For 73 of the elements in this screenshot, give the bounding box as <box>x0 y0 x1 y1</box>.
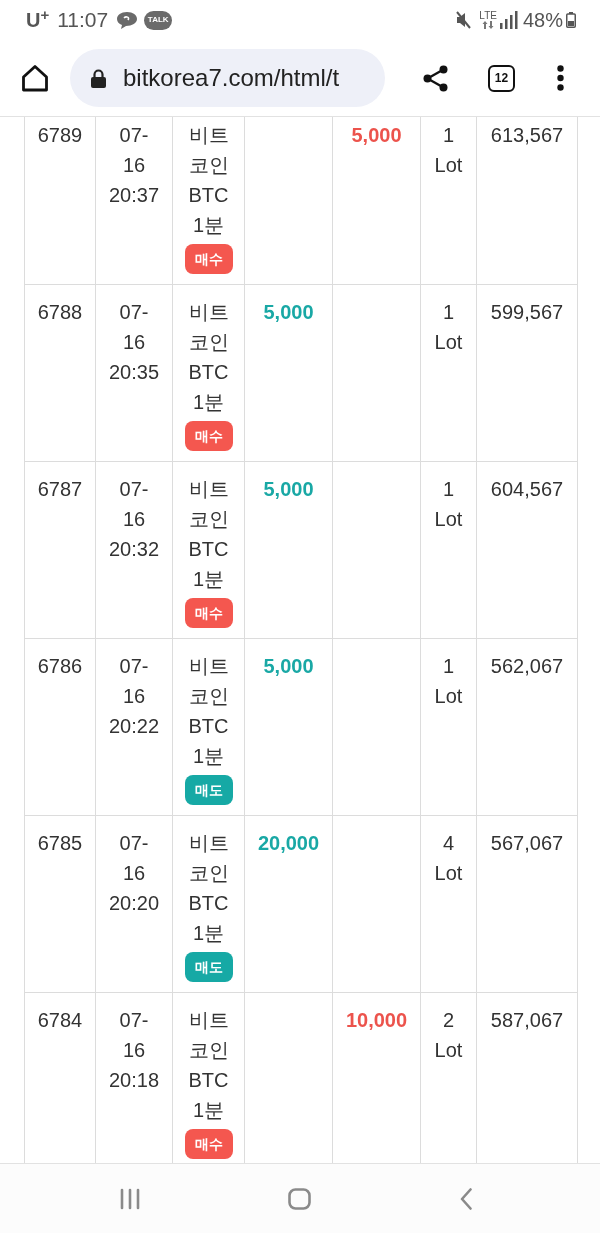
amount-value: 5,000 <box>263 477 314 502</box>
trade-badge: 매도 <box>184 952 233 982</box>
clock-time: 11:07 <box>57 8 109 32</box>
balance-value: 599,567 <box>490 300 564 325</box>
trade-date: 07-16 <box>118 300 150 355</box>
chat-bubble-icon <box>116 10 139 30</box>
address-bar[interactable]: bitkorea7.com/html/t <box>70 49 385 107</box>
tab-switcher-button[interactable]: 12 <box>488 64 515 92</box>
back-icon <box>460 1187 472 1210</box>
mute-icon <box>456 11 472 29</box>
trade-date: 07-16 <box>118 477 150 532</box>
balance-value: 562,067 <box>490 654 564 679</box>
trade-date: 07-16 <box>118 654 150 709</box>
item-name: 비트코인 BTC 1분 <box>187 477 230 592</box>
recent-apps-icon <box>119 1187 141 1210</box>
home-button[interactable] <box>20 63 50 93</box>
trade-badge: 매수 <box>184 244 233 274</box>
amount-value: 10,000 <box>345 1008 408 1033</box>
row-number: 6785 <box>37 831 83 856</box>
trade-time: 20:18 <box>108 1068 160 1093</box>
item-name: 비트코인 BTC 1분 <box>187 1008 230 1123</box>
battery-icon <box>566 12 576 28</box>
home-nav-icon <box>287 1187 311 1210</box>
lot-quantity: 2 Lot <box>434 1008 463 1063</box>
item-name: 비트코인 BTC 1분 <box>187 123 230 238</box>
trade-time: 20:22 <box>108 714 160 739</box>
network-type-label: LTE <box>479 11 497 21</box>
balance-value: 604,567 <box>490 477 564 502</box>
amount-value: 5,000 <box>351 123 402 148</box>
amount-value: 5,000 <box>263 300 314 325</box>
home-icon <box>21 64 49 92</box>
row-number: 6788 <box>37 300 83 325</box>
trade-badge: 매수 <box>184 598 233 628</box>
share-button[interactable] <box>422 64 448 92</box>
lot-quantity: 4 Lot <box>434 831 463 886</box>
signal-icon <box>499 11 518 29</box>
trade-date: 07-16 <box>118 1008 150 1063</box>
recent-apps-button[interactable] <box>118 1186 142 1211</box>
carrier-label: U$^{+}$ <box>26 8 50 32</box>
trade-time: 20:20 <box>108 891 160 916</box>
lock-icon <box>91 68 106 88</box>
lot-quantity: 1 Lot <box>434 654 463 709</box>
item-name: 비트코인 BTC 1분 <box>187 654 230 769</box>
share-icon <box>422 64 448 92</box>
row-number: 6784 <box>37 1008 83 1033</box>
trade-badge: 매도 <box>184 775 233 805</box>
amount-value: 5,000 <box>263 654 314 679</box>
menu-icon <box>556 65 564 91</box>
lot-quantity: 1 Lot <box>434 300 463 355</box>
lot-quantity: 1 Lot <box>434 477 463 532</box>
lot-quantity: 1 Lot <box>434 123 463 178</box>
balance-value: 613,567 <box>490 123 564 148</box>
trade-date: 07-16 <box>118 123 150 178</box>
talk-app-icon: TALK <box>144 10 173 30</box>
balance-value: 567,067 <box>490 831 564 856</box>
row-number: 6786 <box>37 654 83 679</box>
trade-badge: 매수 <box>184 421 233 451</box>
trade-time: 20:32 <box>108 537 160 562</box>
battery-percent: 48% <box>522 8 563 32</box>
url-text: bitkorea7.com/html/t <box>123 63 340 93</box>
data-arrows-icon <box>482 21 495 29</box>
balance-value: 587,067 <box>490 1008 564 1033</box>
item-name: 비트코인 BTC 1분 <box>187 300 230 415</box>
row-number: 6787 <box>37 477 83 502</box>
back-button[interactable] <box>458 1186 474 1211</box>
item-name: 비트코인 BTC 1분 <box>187 831 230 946</box>
row-number: 6789 <box>37 123 83 148</box>
amount-value: 20,000 <box>257 831 320 856</box>
trade-time: 20:35 <box>108 360 160 385</box>
trade-date: 07-16 <box>118 831 150 886</box>
trade-time: 20:37 <box>108 183 160 208</box>
trade-badge: 매수 <box>184 1129 233 1159</box>
home-nav-button[interactable] <box>287 1186 311 1211</box>
